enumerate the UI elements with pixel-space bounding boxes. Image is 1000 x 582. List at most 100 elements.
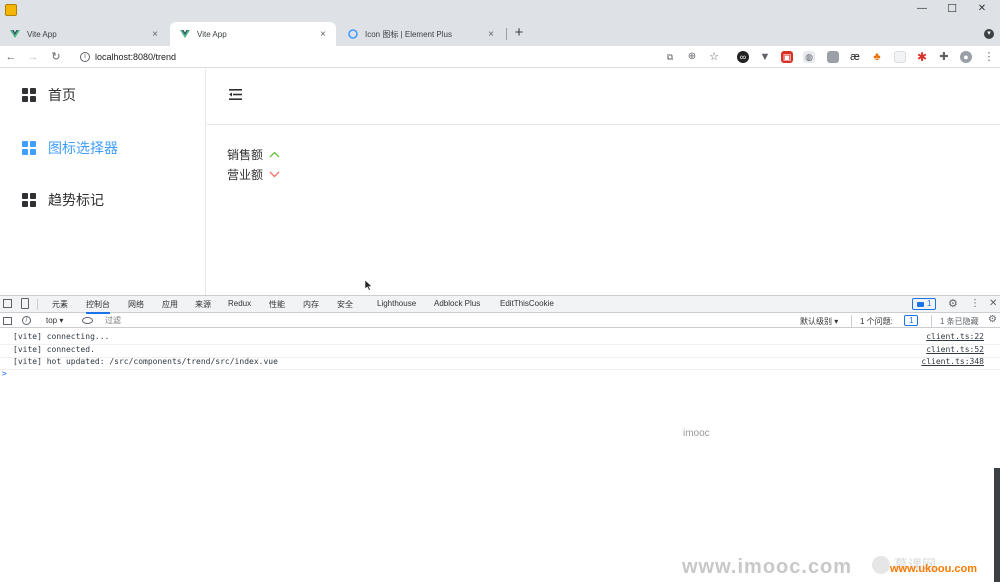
tab-separator (506, 28, 507, 40)
site-info-icon[interactable]: i (80, 52, 90, 62)
devtools-more-icon[interactable]: ⋮ (970, 298, 980, 309)
devtools-settings-gear-icon[interactable]: ⚙ (948, 297, 958, 310)
watermark-ukoou: www.ukoou.com (890, 563, 977, 575)
back-arrow-icon[interactable]: ← (4, 50, 18, 64)
trend-sales: 销售额 (227, 146, 280, 162)
browser-toolbar: ← → ↻ i localhost:8080/trend ⧉ ⊕ ☆ ∞ ▼ ▣… (0, 46, 1000, 68)
devtools-tab-performance[interactable]: 性能 (269, 299, 285, 310)
address-bar[interactable]: localhost:8080/trend (95, 48, 655, 66)
scrollbar-thumb[interactable] (994, 468, 1000, 582)
devtools-panel: 元素 控制台 网络 应用 来源 Redux 性能 内存 安全 Lighthous… (0, 295, 1000, 582)
devtools-tab-memory[interactable]: 内存 (303, 299, 319, 310)
devtools-tab-elements[interactable]: 元素 (52, 299, 68, 310)
console-settings-gear-icon[interactable]: ⚙ (988, 314, 997, 325)
tab-close-icon[interactable]: × (316, 29, 330, 40)
issues-label[interactable]: 1 个问题: (860, 316, 893, 327)
sidebar-item-label: 趋势标记 (48, 192, 104, 208)
menu-grid-icon (22, 193, 36, 207)
console-prompt-caret: > (2, 369, 7, 378)
devtools-divider (851, 315, 852, 327)
browser-title-bar: — ☐ ✕ (0, 0, 1000, 22)
close-window-button[interactable]: ✕ (972, 3, 992, 14)
context-selector[interactable]: top ▾ (46, 316, 63, 325)
sidebar-item-icon-selector[interactable]: 图标选择器 (22, 138, 118, 158)
console-filter-input[interactable] (105, 315, 785, 326)
devtools-tab-application[interactable]: 应用 (162, 299, 178, 310)
tab-close-icon[interactable]: × (484, 29, 498, 40)
vue-logo-icon (180, 30, 190, 38)
maximize-button[interactable]: ☐ (942, 2, 962, 15)
badge-logo-icon (872, 556, 890, 574)
minimize-button[interactable]: — (912, 3, 932, 14)
devtools-divider (931, 315, 932, 327)
extension-adblock-icon[interactable] (827, 51, 839, 63)
extension-icon-3[interactable]: ▣ (781, 51, 793, 63)
forward-arrow-icon[interactable]: → (26, 50, 40, 64)
arrow-up-icon (269, 151, 280, 157)
extension-icon-6[interactable]: æ (849, 51, 861, 63)
tab-title: Vite App (197, 29, 227, 39)
tab-element-plus[interactable]: Icon 图标 | Element Plus × (338, 22, 504, 46)
extension-icon-7[interactable]: ♣ (871, 51, 883, 63)
tab-vite-app-1[interactable]: Vite App × (0, 22, 168, 46)
devtools-tab-security[interactable]: 安全 (337, 299, 353, 310)
extension-vue-devtools-icon[interactable]: ▼ (759, 51, 771, 63)
vue-logo-icon (10, 30, 20, 38)
tab-title: Vite App (27, 29, 57, 39)
devtools-divider (37, 299, 38, 310)
extension-icon-1[interactable]: ∞ (737, 51, 749, 63)
element-plus-logo-icon (348, 29, 358, 39)
zoom-icon[interactable]: ⊕ (685, 50, 699, 64)
devtools-tab-bar: 元素 控制台 网络 应用 来源 Redux 性能 内存 安全 Lighthous… (0, 296, 1000, 314)
devtools-tab-redux[interactable]: Redux (228, 299, 251, 308)
menu-grid-icon (22, 88, 36, 102)
extension-icon-4[interactable]: ◍ (803, 51, 815, 63)
tab-vite-app-2[interactable]: Vite App × (170, 22, 336, 46)
extensions-puzzle-icon[interactable]: ✚ (938, 51, 950, 63)
watermark-imooc-site: www.imooc.com (682, 556, 853, 578)
issues-count-badge[interactable]: 1 (904, 315, 919, 326)
devtools-close-icon[interactable]: ✕ (989, 298, 997, 309)
sidebar-item-home[interactable]: 首页 (22, 85, 76, 105)
devtools-tab-console[interactable]: 控制台 (86, 299, 110, 314)
device-toolbar-icon[interactable] (21, 298, 29, 309)
console-toolbar: / top ▾ 默认级别 ▾ 1 个问题: 1 1 条已隐藏 ⚙ (0, 314, 1000, 328)
tab-strip: Vite App × Vite App × Icon 图标 | Element … (0, 22, 1000, 46)
watermark-imooc: imooc (683, 428, 710, 439)
tab-title: Icon 图标 | Element Plus (365, 29, 452, 39)
console-prompt[interactable]: > (2, 369, 992, 381)
devtools-tab-network[interactable]: 网络 (128, 299, 144, 310)
devtools-tab-sources[interactable]: 来源 (195, 299, 211, 310)
inspect-element-icon[interactable] (3, 299, 12, 308)
eye-icon[interactable] (82, 317, 93, 324)
sidebar-item-trend[interactable]: 趋势标记 (22, 190, 104, 210)
console-source-link[interactable]: client.ts:22 (926, 332, 984, 341)
menu-fold-icon[interactable] (229, 89, 242, 100)
reload-icon[interactable]: ↻ (49, 50, 63, 64)
extension-icon-9[interactable]: ✱ (916, 51, 928, 63)
issues-badge[interactable]: 1 (912, 298, 937, 310)
message-icon (917, 301, 924, 307)
tab-search-icon[interactable]: ▾ (984, 29, 994, 39)
extension-icon-8[interactable] (894, 51, 906, 63)
console-source-link[interactable]: client.ts:52 (926, 345, 984, 354)
log-level-selector[interactable]: 默认级别 ▾ (800, 316, 838, 327)
devtools-tab-adblock-plus[interactable]: Adblock Plus (434, 299, 480, 308)
console-source-link[interactable]: client.ts:348 (921, 357, 984, 366)
main-header (207, 69, 1000, 125)
devtools-tab-editthiscookie[interactable]: EditThisCookie (500, 299, 554, 308)
trend-revenue: 营业额 (227, 166, 280, 182)
app-page: 首页 图标选择器 趋势标记 销售额 营业额 (0, 69, 1000, 295)
translate-icon[interactable]: ⧉ (663, 50, 677, 64)
arrow-down-icon (269, 171, 280, 177)
devtools-tab-lighthouse[interactable]: Lighthouse (377, 299, 416, 308)
clear-console-icon[interactable]: / (22, 316, 31, 325)
profile-avatar-icon[interactable]: ● (960, 51, 972, 63)
new-tab-button[interactable]: + (512, 25, 526, 41)
browser-menu-icon[interactable]: ⋮ (983, 51, 995, 63)
tab-close-icon[interactable]: × (148, 29, 162, 40)
console-sidebar-icon[interactable] (3, 317, 12, 325)
bookmark-star-icon[interactable]: ☆ (707, 50, 721, 64)
menu-grid-icon (22, 141, 36, 155)
console-message: [vite] hot updated: /src/components/tren… (13, 357, 278, 366)
